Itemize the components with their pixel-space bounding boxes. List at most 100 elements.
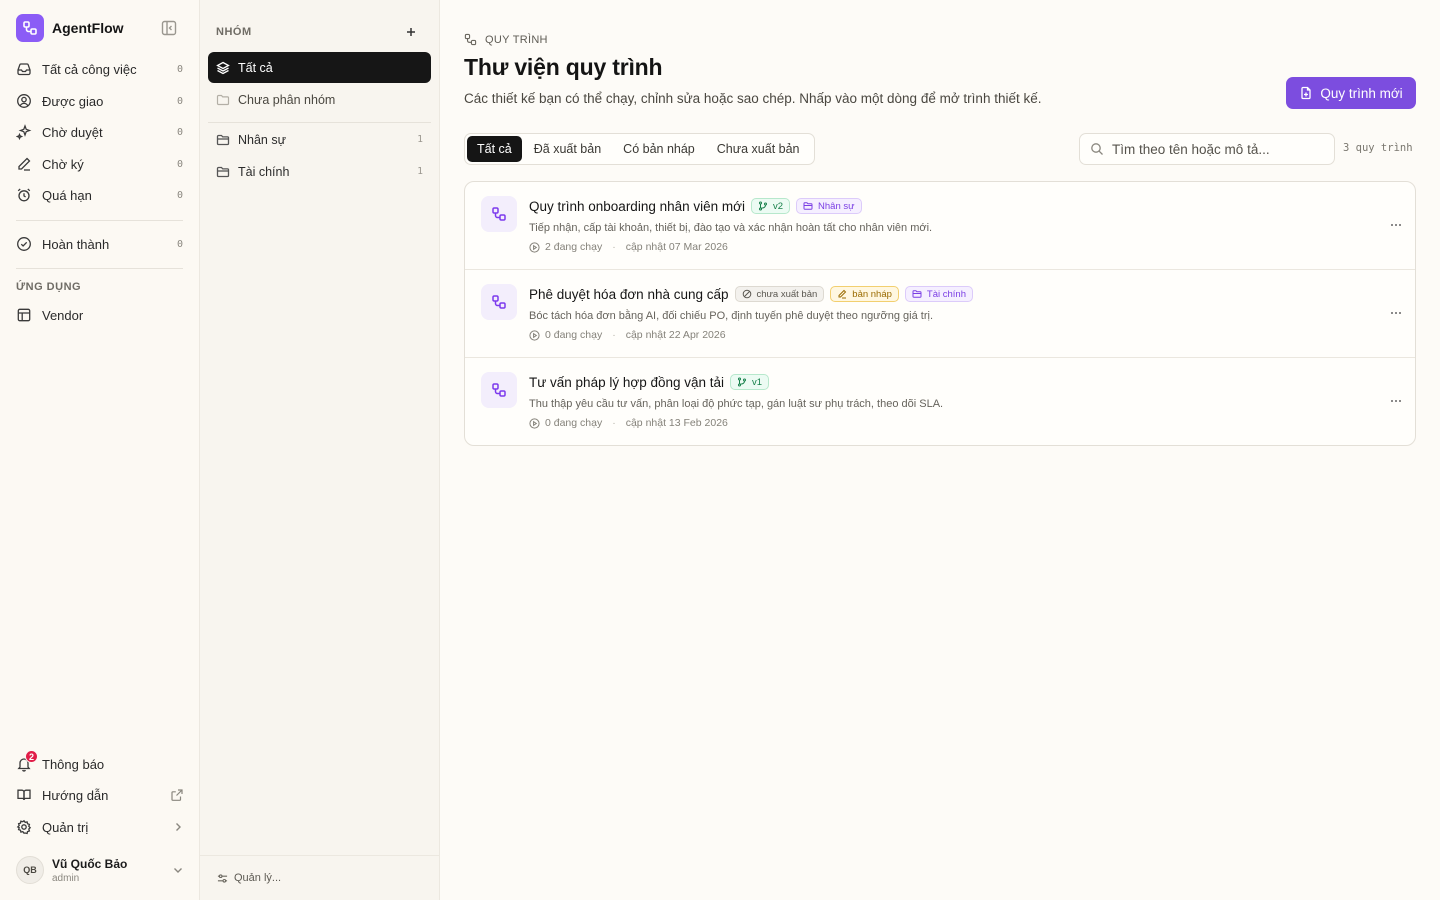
workflow-count: 3 quy trình — [1343, 142, 1413, 154]
tab-all[interactable]: Tất cả — [467, 136, 522, 162]
nav-notifications[interactable]: 2 Thông báo — [16, 750, 184, 776]
check-circle-icon — [16, 236, 32, 252]
external-link-icon — [170, 788, 184, 802]
workflow-meta: 0 đang chạy · cập nhật 22 Apr 2026 — [529, 329, 726, 341]
main-content: QUY TRÌNH Thư viện quy trình Các thiết k… — [440, 0, 1440, 900]
more-options-icon[interactable] — [1389, 220, 1403, 230]
nav-overdue[interactable]: Quá hạn 0 — [16, 183, 184, 207]
nav-count: 0 — [176, 238, 183, 250]
more-options-icon[interactable] — [1389, 308, 1403, 318]
nav-guide[interactable]: Hướng dẫn — [16, 783, 184, 807]
breadcrumb: QUY TRÌNH — [464, 33, 548, 46]
manage-groups-button[interactable]: Quản lý... — [217, 872, 281, 884]
workflow-description: Thu thập yêu cầu tư vấn, phân loại độ ph… — [529, 398, 944, 410]
user-role: admin — [52, 872, 80, 884]
meta-separator: · — [612, 417, 616, 429]
brand[interactable]: AgentFlow — [16, 14, 124, 42]
draft-badge: bản nháp — [830, 286, 899, 302]
sparkles-icon — [16, 124, 32, 140]
book-icon — [16, 787, 32, 803]
groups-title: NHÓM — [216, 26, 252, 38]
nav-assigned[interactable]: Được giao 0 — [16, 89, 184, 113]
running-count: 2 đang chạy — [545, 241, 603, 253]
user-info: Vũ Quốc Bảo admin — [52, 857, 172, 884]
nav-label: Quá hạn — [42, 187, 92, 203]
nav-awaiting-approval[interactable]: Chờ duyệt 0 — [16, 120, 184, 144]
play-circle-icon — [529, 329, 540, 341]
group-count: 1 — [417, 134, 423, 145]
groups-footer: Quản lý... — [200, 855, 439, 900]
search-icon — [1090, 142, 1104, 156]
status-label: chưa xuất bản — [756, 288, 818, 300]
nav-label: Chờ ký — [42, 156, 84, 172]
git-branch-icon — [758, 201, 767, 211]
group-item-hr[interactable]: Nhân sự 1 — [208, 124, 431, 155]
nav-admin[interactable]: Quản trị — [16, 815, 184, 839]
group-item-all[interactable]: Tất cả — [208, 52, 431, 83]
search-input[interactable] — [1112, 141, 1312, 157]
tab-has-draft[interactable]: Có bản nháp — [613, 136, 705, 162]
nav-label: Được giao — [42, 93, 104, 109]
sliders-icon — [217, 873, 228, 884]
table-icon — [16, 307, 32, 323]
group-label: Tài chính — [238, 164, 290, 179]
workflow-head: Quy trình onboarding nhân viên mới v2 Nh… — [529, 198, 868, 214]
running-count: 0 đang chạy — [545, 417, 603, 429]
divider — [16, 268, 183, 269]
page-title: Thư viện quy trình — [464, 54, 663, 80]
nav-count: 0 — [176, 126, 183, 138]
divider — [208, 122, 431, 123]
group-badge-label: Tài chính — [926, 288, 966, 300]
updated-date: cập nhật 07 Mar 2026 — [625, 241, 728, 253]
meta-separator: · — [612, 329, 616, 341]
workflow-icon — [481, 372, 517, 408]
user-circle-icon — [16, 93, 32, 109]
group-count: 1 — [417, 166, 423, 177]
nav-label: Quản trị — [42, 819, 89, 835]
nav-app-vendor[interactable]: Vendor — [16, 303, 184, 327]
user-menu[interactable]: QB Vũ Quốc Bảo admin — [16, 854, 184, 886]
group-badge-label: Nhân sự — [818, 200, 855, 212]
search-box[interactable] — [1079, 133, 1335, 165]
nav-label: Thông báo — [42, 756, 105, 772]
nav-count: 0 — [176, 63, 183, 75]
git-branch-icon — [738, 377, 747, 387]
version-label: v2 — [772, 200, 784, 212]
workflow-head: Phê duyệt hóa đơn nhà cung cấp chưa xuất… — [529, 286, 979, 302]
workflow-title: Tư vấn pháp lý hợp đồng vận tải — [529, 374, 725, 390]
pencil-icon — [838, 289, 847, 299]
sidebar: AgentFlow Tất cả công việc 0 Được giao 0… — [0, 0, 200, 900]
unpublished-badge: chưa xuất bản — [734, 286, 825, 302]
updated-date: cập nhật 13 Feb 2026 — [625, 417, 728, 429]
divider — [16, 220, 183, 221]
nav-all-tasks[interactable]: Tất cả công việc 0 — [16, 57, 184, 81]
workflow-row[interactable]: Quy trình onboarding nhân viên mới v2 Nh… — [465, 182, 1415, 270]
workflow-row[interactable]: Tư vấn pháp lý hợp đồng vận tải v1 Thu t… — [465, 358, 1415, 445]
workflow-title: Phê duyệt hóa đơn nhà cung cấp — [529, 286, 729, 302]
group-label: Tất cả — [238, 60, 273, 75]
chevron-down-icon — [172, 864, 184, 876]
folder-icon — [216, 133, 230, 147]
version-badge: v2 — [750, 198, 791, 214]
breadcrumb-label: QUY TRÌNH — [485, 33, 548, 46]
workflow-title: Quy trình onboarding nhân viên mới — [529, 198, 745, 214]
nav-completed[interactable]: Hoàn thành 0 — [16, 232, 184, 256]
sidebar-collapse-icon[interactable] — [160, 19, 178, 37]
running-count: 0 đang chạy — [545, 329, 603, 341]
workflow-description: Tiếp nhận, cấp tài khoản, thiết bị, đào … — [529, 222, 933, 234]
workflow-icon — [481, 284, 517, 320]
tab-unpublished[interactable]: Chưa xuất bản — [707, 136, 810, 162]
add-group-icon[interactable] — [404, 25, 418, 39]
tab-published[interactable]: Đã xuất bản — [524, 136, 611, 162]
group-item-ungrouped[interactable]: Chưa phân nhóm — [208, 84, 431, 115]
more-options-icon[interactable] — [1389, 396, 1403, 406]
group-panel: NHÓM Tất cả Chưa phân nhóm Nhân sự 1 Tài… — [200, 0, 440, 900]
nav-count: 0 — [176, 189, 183, 201]
workflow-row[interactable]: Phê duyệt hóa đơn nhà cung cấp chưa xuất… — [465, 270, 1415, 358]
new-workflow-button[interactable]: Quy trình mới — [1286, 77, 1416, 109]
nav-label: Tất cả công việc — [42, 61, 137, 77]
folder-icon — [216, 165, 230, 179]
workflow-icon — [464, 33, 477, 46]
group-item-finance[interactable]: Tài chính 1 — [208, 156, 431, 187]
nav-awaiting-signature[interactable]: Chờ ký 0 — [16, 152, 184, 176]
